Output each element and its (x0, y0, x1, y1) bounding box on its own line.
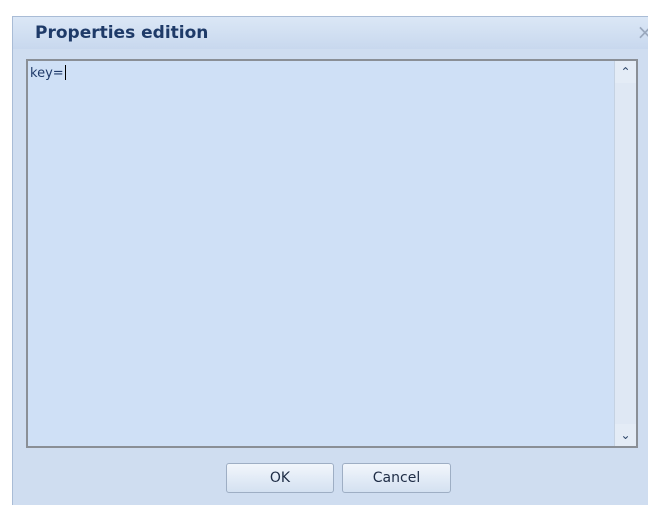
text-caret (64, 65, 66, 80)
cancel-button[interactable]: Cancel (342, 463, 451, 493)
editor-content: key= (30, 66, 64, 81)
chevron-up-icon[interactable]: ⌃ (615, 61, 636, 83)
scrollbar-track[interactable] (615, 83, 636, 424)
close-icon[interactable]: × (635, 21, 648, 43)
properties-text-area[interactable]: key= (28, 61, 614, 446)
properties-editor-frame: key= ⌃ ⌄ (26, 59, 638, 448)
vertical-scrollbar[interactable]: ⌃ ⌄ (614, 61, 636, 446)
dialog-title: Properties edition (35, 23, 209, 43)
ok-button[interactable]: OK (226, 463, 334, 493)
dialog-titlebar: Properties edition (13, 17, 648, 49)
chevron-down-icon[interactable]: ⌄ (615, 424, 636, 446)
properties-dialog: Properties edition × key= ⌃ ⌄ OK Cancel (12, 16, 648, 505)
